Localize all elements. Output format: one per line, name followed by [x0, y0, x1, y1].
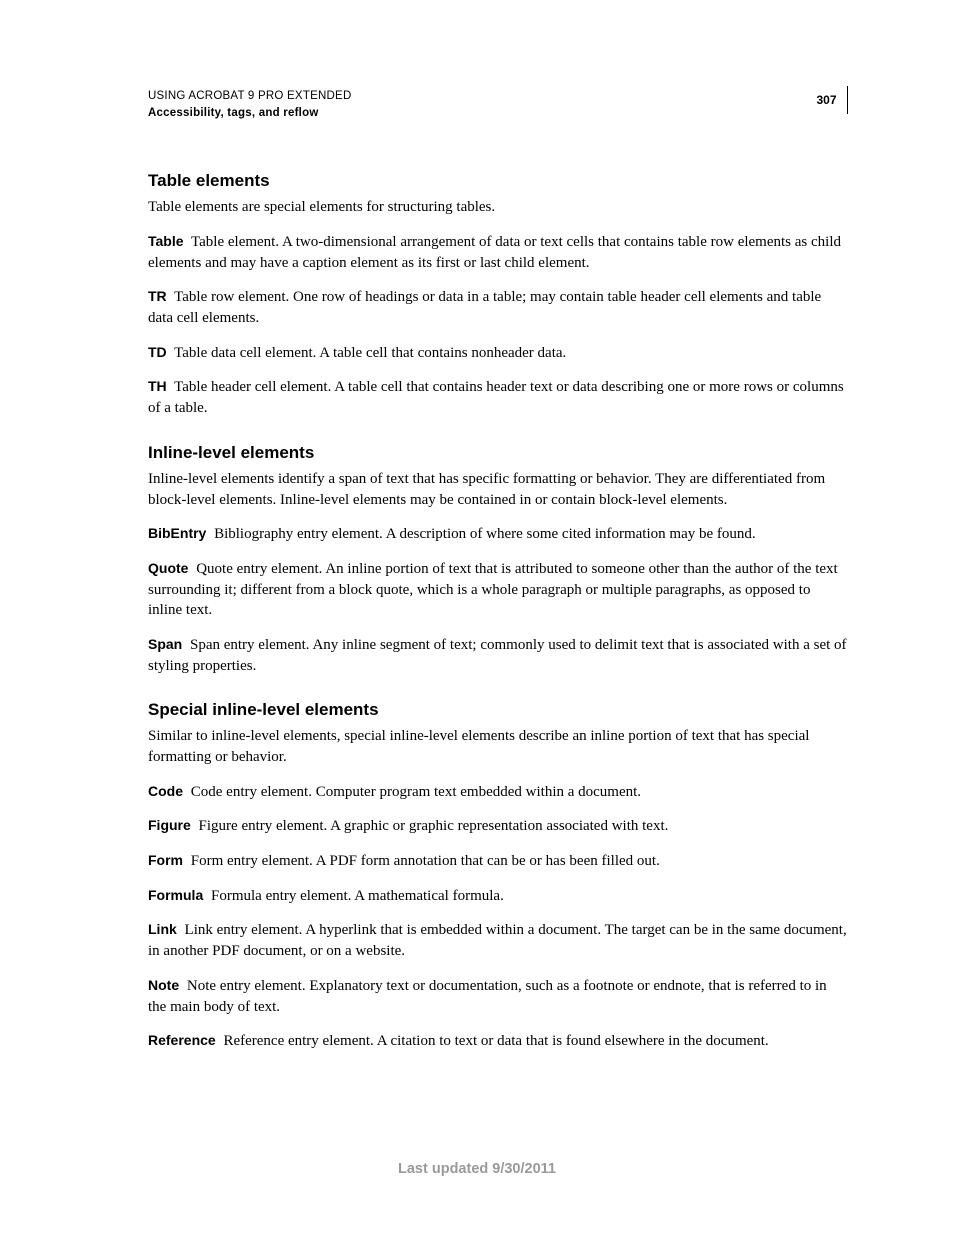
definition-item: TR Table row element. One row of heading… [148, 287, 848, 328]
definition-term: Formula [148, 887, 203, 903]
definition-item: Link Link entry element. A hyperlink tha… [148, 920, 848, 961]
section-heading: Special inline-level elements [148, 700, 848, 720]
definition-desc: Reference entry element. A citation to t… [223, 1033, 768, 1049]
definition-term: Code [148, 783, 183, 799]
definition-term: Note [148, 977, 179, 993]
page-footer: Last updated 9/30/2011 [0, 1161, 954, 1177]
definition-term: TD [148, 344, 167, 360]
page: USING ACROBAT 9 PRO EXTENDED Accessibili… [0, 0, 954, 1235]
chapter-title: Accessibility, tags, and reflow [148, 105, 351, 122]
definition-item: BibEntry Bibliography entry element. A d… [148, 524, 848, 545]
section-intro: Similar to inline-level elements, specia… [148, 726, 848, 767]
definition-desc: Code entry element. Computer program tex… [191, 784, 641, 800]
definition-item: Form Form entry element. A PDF form anno… [148, 851, 848, 872]
definition-desc: Table element. A two-dimensional arrange… [148, 234, 841, 271]
definition-term: Table [148, 233, 184, 249]
definition-item: Code Code entry element. Computer progra… [148, 782, 848, 803]
header-titles: USING ACROBAT 9 PRO EXTENDED Accessibili… [148, 88, 351, 121]
page-header: USING ACROBAT 9 PRO EXTENDED Accessibili… [148, 88, 848, 121]
definition-desc: Link entry element. A hyperlink that is … [148, 922, 847, 959]
definition-term: Quote [148, 560, 188, 576]
definition-item: Table Table element. A two-dimensional a… [148, 232, 848, 273]
page-number-group: 307 [816, 86, 848, 114]
definition-desc: Formula entry element. A mathematical fo… [211, 888, 504, 904]
definition-term: TH [148, 378, 167, 394]
page-number: 307 [816, 93, 836, 107]
definition-desc: Form entry element. A PDF form annotatio… [191, 853, 660, 869]
section-heading: Table elements [148, 171, 848, 191]
definition-item: Quote Quote entry element. An inline por… [148, 559, 848, 621]
definition-item: Span Span entry element. Any inline segm… [148, 635, 848, 676]
definition-desc: Bibliography entry element. A descriptio… [214, 526, 756, 542]
definition-term: Span [148, 636, 182, 652]
definition-term: TR [148, 288, 167, 304]
definition-desc: Table data cell element. A table cell th… [174, 345, 566, 361]
section-special-inline-elements: Special inline-level elements Similar to… [148, 700, 848, 1052]
definition-term: Figure [148, 817, 191, 833]
document-title: USING ACROBAT 9 PRO EXTENDED [148, 88, 351, 105]
section-inline-elements: Inline-level elements Inline-level eleme… [148, 443, 848, 677]
section-table-elements: Table elements Table elements are specia… [148, 171, 848, 419]
page-number-bar-icon [847, 86, 849, 114]
definition-item: Reference Reference entry element. A cit… [148, 1031, 848, 1052]
definition-desc: Quote entry element. An inline portion o… [148, 561, 838, 618]
definition-desc: Table header cell element. A table cell … [148, 379, 844, 416]
section-heading: Inline-level elements [148, 443, 848, 463]
section-intro: Table elements are special elements for … [148, 197, 848, 218]
section-intro: Inline-level elements identify a span of… [148, 469, 848, 510]
definition-desc: Table row element. One row of headings o… [148, 289, 821, 326]
definition-item: Note Note entry element. Explanatory tex… [148, 976, 848, 1017]
definition-item: Figure Figure entry element. A graphic o… [148, 816, 848, 837]
definition-item: TH Table header cell element. A table ce… [148, 377, 848, 418]
definition-desc: Note entry element. Explanatory text or … [148, 978, 827, 1015]
definition-term: Reference [148, 1032, 216, 1048]
definition-desc: Figure entry element. A graphic or graph… [199, 818, 669, 834]
definition-item: TD Table data cell element. A table cell… [148, 343, 848, 364]
definition-term: BibEntry [148, 525, 206, 541]
definition-term: Form [148, 852, 183, 868]
definition-term: Link [148, 921, 177, 937]
definition-desc: Span entry element. Any inline segment o… [148, 637, 847, 674]
definition-item: Formula Formula entry element. A mathema… [148, 886, 848, 907]
